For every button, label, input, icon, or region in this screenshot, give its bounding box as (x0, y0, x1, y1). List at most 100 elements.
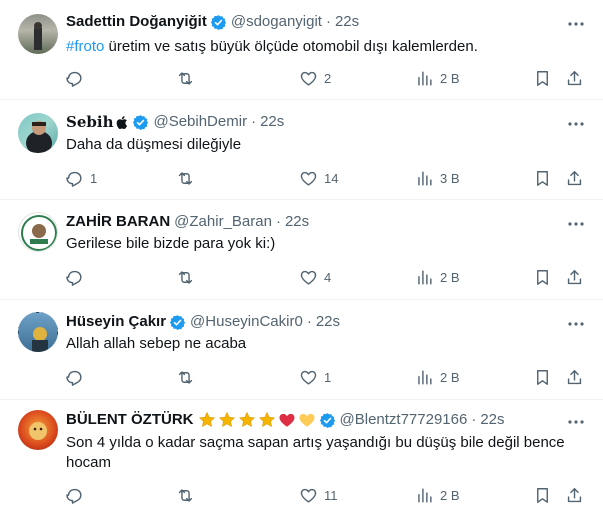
reply-button[interactable]: 1 (65, 166, 97, 190)
author-name[interactable]: Sadettin Doğanyiğit (66, 12, 207, 32)
reply-button[interactable] (65, 265, 90, 289)
timestamp[interactable]: 22s (335, 12, 359, 32)
views-icon (415, 368, 434, 387)
bookmark-icon (533, 486, 552, 505)
heart-icon (299, 413, 314, 427)
bookmark-button[interactable] (533, 483, 552, 507)
reply-button[interactable] (65, 483, 90, 507)
more-icon[interactable] (565, 13, 587, 35)
reply-icon (65, 69, 84, 88)
views-icon (415, 169, 434, 188)
verified-icon (169, 314, 186, 331)
share-button[interactable] (565, 66, 584, 90)
author-name[interactable]: BÜLENT ÖZTÜRK (66, 410, 194, 430)
like-button[interactable]: 14 (299, 166, 338, 190)
views-count: 2 B (440, 487, 460, 503)
tweet-5[interactable]: BÜLENT ÖZTÜRK @Blentzt77729166 · 22s Son… (0, 400, 603, 518)
tweet-4[interactable]: Hüseyin Çakır @HuseyinCakir0 · 22s Allah… (0, 300, 603, 400)
more-icon[interactable] (565, 213, 587, 235)
views-count: 2 B (440, 369, 460, 385)
views-button[interactable]: 2 B (415, 483, 460, 507)
tweet-header: Sebih @SebihDemir · 22s (66, 112, 284, 132)
star-icon (218, 411, 236, 429)
action-bar: 2 2 B (56, 66, 596, 90)
retweet-button[interactable] (176, 483, 201, 507)
author-handle[interactable]: @HuseyinCakir0 (190, 312, 303, 332)
more-icon[interactable] (565, 313, 587, 335)
share-button[interactable] (565, 166, 584, 190)
timestamp[interactable]: 22s (285, 212, 309, 232)
avatar[interactable] (18, 410, 58, 450)
more-icon[interactable] (565, 113, 587, 135)
share-icon (565, 169, 584, 188)
tweet-2[interactable]: Sebih @SebihDemir · 22s Daha da düşmesi … (0, 100, 603, 200)
views-button[interactable]: 2 B (415, 265, 460, 289)
author-name[interactable]: Sebih (66, 112, 113, 132)
reply-count: 1 (90, 170, 98, 186)
timestamp[interactable]: 22s (480, 410, 504, 430)
action-bar: 1 2 B (56, 365, 596, 389)
author-handle[interactable]: @Blentzt77729166 (340, 410, 468, 430)
author-handle[interactable]: @SebihDemir (153, 112, 247, 132)
tweet-text: #froto üretim ve satış büyük ölçüde otom… (66, 37, 586, 57)
like-button[interactable]: 2 (299, 66, 331, 90)
like-icon (299, 69, 318, 88)
author-name[interactable]: Hüseyin Çakır (66, 312, 166, 332)
separator-dot: · (306, 313, 312, 330)
like-count: 11 (324, 487, 338, 503)
separator-dot: · (471, 411, 477, 428)
separator-dot: · (251, 113, 257, 130)
author-handle[interactable]: @Zahir_Baran (174, 212, 272, 232)
bookmark-button[interactable] (533, 66, 552, 90)
reply-button[interactable] (65, 66, 90, 90)
action-bar: 4 2 B (56, 265, 596, 289)
like-count: 14 (324, 170, 339, 186)
avatar[interactable] (18, 312, 58, 352)
like-icon (299, 486, 318, 505)
share-button[interactable] (565, 265, 584, 289)
tweet-text: Gerilese bile bizde para yok ki:) (66, 235, 276, 252)
views-button[interactable]: 2 B (415, 66, 460, 90)
views-button[interactable]: 3 B (415, 166, 460, 190)
bookmark-button[interactable] (533, 166, 552, 190)
verified-icon (319, 412, 336, 429)
retweet-button[interactable] (176, 66, 201, 90)
like-icon (299, 368, 318, 387)
bookmark-icon (533, 69, 552, 88)
views-icon (415, 486, 434, 505)
views-button[interactable]: 2 B (415, 365, 460, 389)
author-handle[interactable]: @sdoganyigit (231, 12, 322, 32)
author-name[interactable]: ZAHİR BARAN (66, 212, 170, 232)
reply-icon (65, 268, 84, 287)
reply-button[interactable] (65, 365, 90, 389)
hashtag-link[interactable]: #froto (66, 38, 104, 55)
retweet-button[interactable] (176, 265, 201, 289)
like-count: 2 (324, 70, 332, 86)
bookmark-button[interactable] (533, 265, 552, 289)
avatar[interactable] (18, 212, 58, 252)
retweet-button[interactable] (176, 166, 201, 190)
tweet-header: Hüseyin Çakır @HuseyinCakir0 · 22s (66, 312, 340, 332)
more-icon[interactable] (565, 411, 587, 433)
bookmark-icon (533, 368, 552, 387)
star-icon (198, 411, 216, 429)
retweet-button[interactable] (176, 365, 201, 389)
timestamp[interactable]: 22s (316, 312, 340, 332)
timestamp[interactable]: 22s (260, 112, 284, 132)
avatar[interactable] (18, 113, 58, 153)
like-button[interactable]: 1 (299, 365, 331, 389)
tweet-text: Son 4 yılda o kadar saçma sapan artış ya… (66, 434, 565, 471)
tweet-3[interactable]: ZAHİR BARAN @Zahir_Baran · 22s Gerilese … (0, 200, 603, 300)
like-icon (299, 169, 318, 188)
share-button[interactable] (565, 483, 584, 507)
name-emojis (198, 411, 316, 429)
like-button[interactable]: 4 (299, 265, 331, 289)
tweet-header: Sadettin Doğanyiğit @sdoganyigit · 22s (66, 12, 359, 32)
views-icon (415, 268, 434, 287)
bookmark-button[interactable] (533, 365, 552, 389)
like-button[interactable]: 11 (299, 483, 338, 507)
tweet-1[interactable]: Sadettin Doğanyiğit @sdoganyigit · 22s #… (0, 0, 603, 100)
avatar[interactable] (18, 14, 58, 54)
separator-dot: · (275, 213, 281, 230)
share-button[interactable] (565, 365, 584, 389)
